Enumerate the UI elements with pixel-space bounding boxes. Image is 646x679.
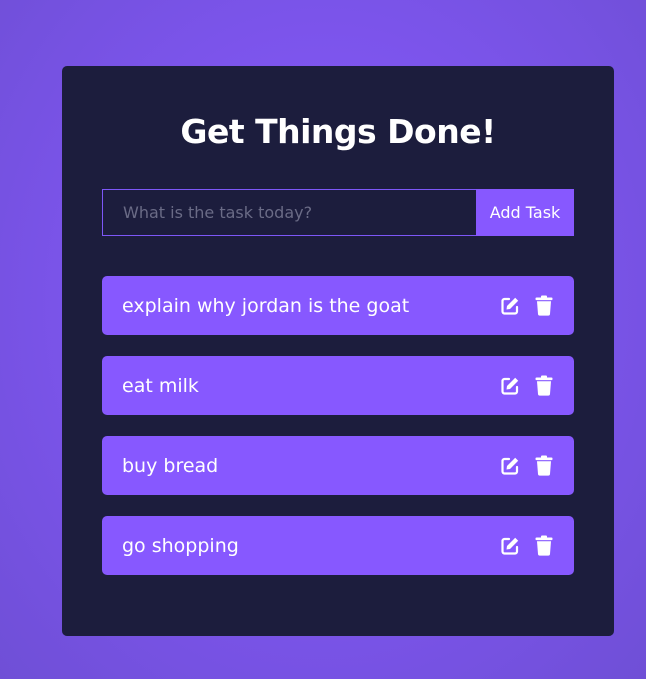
trash-icon[interactable] <box>532 534 556 558</box>
todo-item: explain why jordan is the goat <box>102 276 574 335</box>
todo-text[interactable]: eat milk <box>122 375 488 397</box>
todo-text[interactable]: go shopping <box>122 535 488 557</box>
todo-text[interactable]: explain why jordan is the goat <box>122 295 488 317</box>
edit-icon[interactable] <box>498 374 522 398</box>
add-task-form: Add Task <box>102 189 574 236</box>
todo-item: go shopping <box>102 516 574 575</box>
trash-icon[interactable] <box>532 454 556 478</box>
add-task-button[interactable]: Add Task <box>476 189 574 236</box>
trash-icon[interactable] <box>532 294 556 318</box>
todo-text[interactable]: buy bread <box>122 455 488 477</box>
todo-item: buy bread <box>102 436 574 495</box>
edit-icon[interactable] <box>498 534 522 558</box>
task-input[interactable] <box>102 189 476 236</box>
edit-icon[interactable] <box>498 454 522 478</box>
edit-icon[interactable] <box>498 294 522 318</box>
todo-item: eat milk <box>102 356 574 415</box>
trash-icon[interactable] <box>532 374 556 398</box>
page-title: Get Things Done! <box>180 112 496 151</box>
